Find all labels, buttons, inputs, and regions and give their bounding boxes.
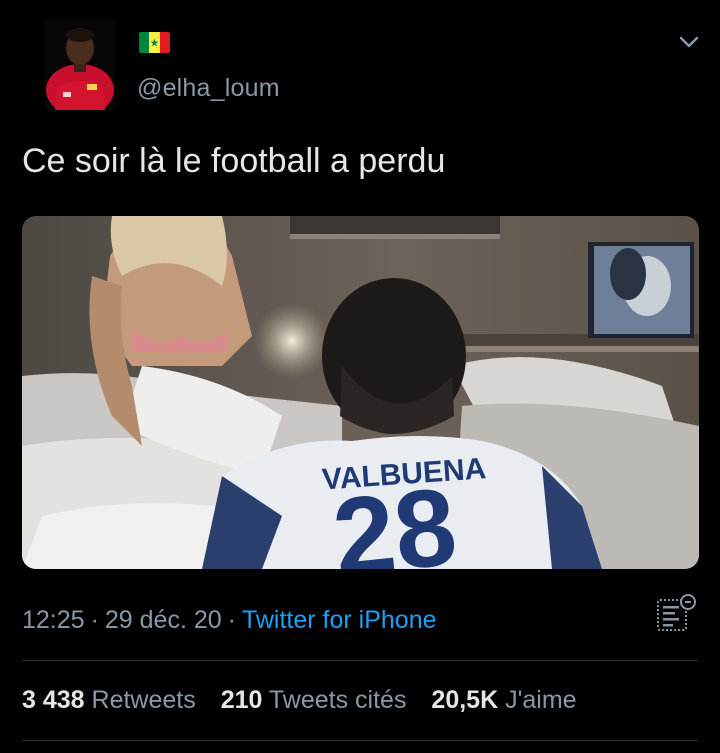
media-photo: VALBUENA 28 — [22, 216, 699, 569]
avatar-image — [45, 18, 115, 110]
tweet-date[interactable]: 29 déc. 20 — [105, 606, 222, 634]
tweet-meta: 12:25 · 29 déc. 20 · Twitter for iPhone — [22, 606, 437, 635]
user-handle[interactable]: @elha_loum — [137, 74, 280, 103]
tweet-source-link[interactable]: Twitter for iPhone — [242, 606, 437, 634]
separator: · — [227, 606, 236, 634]
tweet-text: Ce soir là le football a perdu — [22, 142, 446, 180]
quotes-stat[interactable]: 210 Tweets cités — [221, 686, 407, 714]
tweet-time[interactable]: 12:25 — [22, 606, 85, 634]
analytics-icon[interactable] — [655, 592, 699, 636]
avatar[interactable] — [45, 18, 115, 110]
quotes-count: 210 — [220, 686, 263, 714]
senegal-flag-icon — [139, 32, 170, 53]
divider — [22, 660, 698, 661]
retweets-label: Retweets — [91, 686, 196, 714]
star-icon — [150, 38, 159, 47]
likes-label: J'aime — [505, 686, 577, 714]
chevron-down-icon[interactable] — [678, 33, 700, 51]
divider — [22, 740, 698, 741]
retweets-stat[interactable]: 3 438 Retweets — [22, 686, 196, 714]
jersey-number: 28 — [327, 465, 462, 569]
likes-count: 20,5K — [431, 686, 499, 714]
retweets-count: 3 438 — [22, 686, 85, 714]
tweet-stats: 3 438 Retweets 210 Tweets cités 20,5K J'… — [22, 686, 595, 715]
tweet-media-image[interactable]: VALBUENA 28 — [22, 216, 699, 569]
quotes-label: Tweets cités — [268, 686, 407, 714]
likes-stat[interactable]: 20,5K J'aime — [431, 686, 576, 714]
separator: · — [90, 606, 99, 634]
